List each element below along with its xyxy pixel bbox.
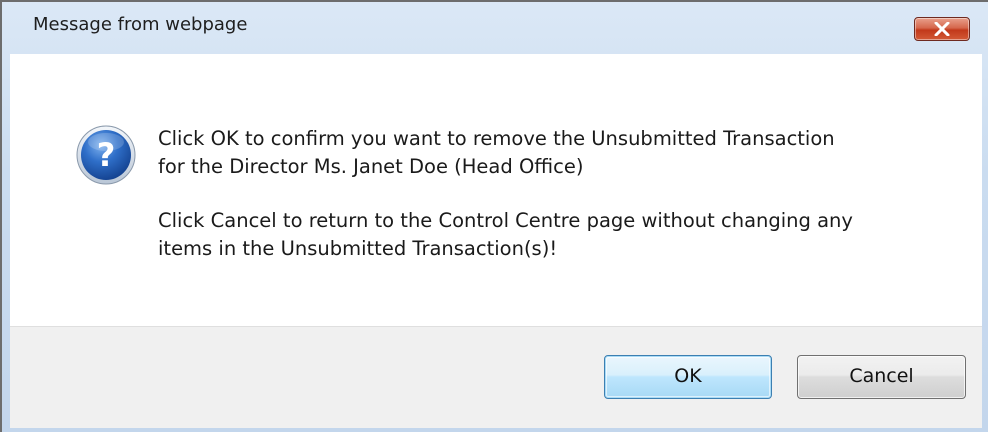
message-dialog: Message from webpage ? Click OK to confi… [0,0,988,432]
dialog-titlebar[interactable]: Message from webpage [2,2,988,54]
dialog-message: Click OK to confirm you want to remove t… [158,125,958,263]
ok-button[interactable]: OK [604,355,772,399]
svg-text:?: ? [97,136,116,174]
message-area: ? Click OK to confirm you want to remove… [10,54,982,326]
question-icon: ? [76,125,136,185]
dialog-button-bar: OK Cancel [10,326,982,428]
dialog-client-area: ? Click OK to confirm you want to remove… [10,54,982,428]
message-cancel-text: Click Cancel to return to the Control Ce… [158,209,853,260]
message-confirm-text: Click OK to confirm you want to remove t… [158,127,835,178]
dialog-title: Message from webpage [33,14,248,35]
close-button[interactable] [914,17,970,41]
close-icon [934,22,950,36]
cancel-button[interactable]: Cancel [797,355,966,399]
